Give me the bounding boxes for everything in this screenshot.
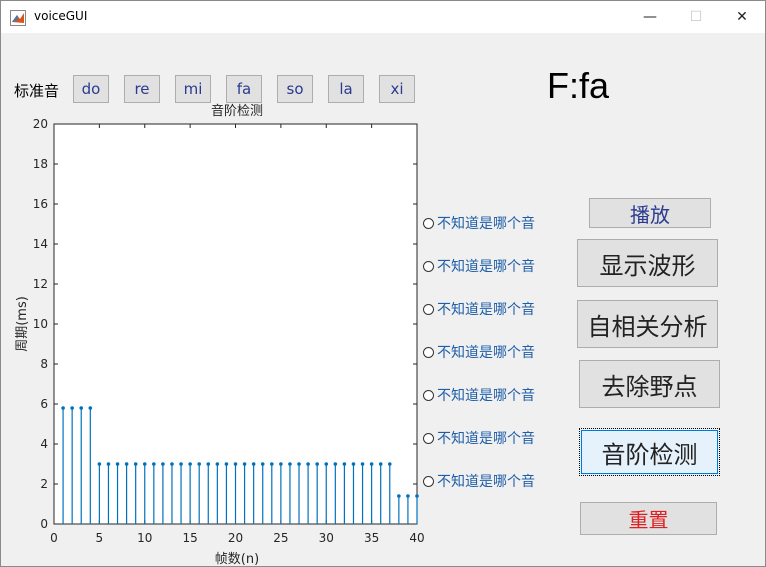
minimize-icon: — (643, 9, 657, 25)
y-tick-label: 4 (40, 437, 48, 451)
radio-note-3[interactable]: 不知道是哪个音 (423, 300, 535, 318)
stem-marker (97, 462, 102, 466)
stem-marker (333, 462, 338, 466)
radio-note-1[interactable]: 不知道是哪个音 (423, 214, 535, 232)
radio-circle-icon (423, 389, 434, 401)
x-axis-label: 帧数(n) (215, 552, 259, 567)
stem-marker (279, 462, 283, 466)
maximize-icon: ☐ (689, 9, 703, 25)
x-tick-label: 35 (364, 531, 379, 545)
show-waveform-button[interactable]: 显示波形 (577, 239, 718, 287)
y-tick-label: 16 (33, 197, 48, 211)
stem-marker (406, 494, 410, 498)
stem-marker (387, 462, 392, 466)
stem-marker (288, 462, 292, 466)
play-button[interactable]: 播放 (589, 198, 711, 228)
stem-marker (233, 462, 238, 466)
x-tick-label: 15 (182, 531, 197, 545)
radio-note-7[interactable]: 不知道是哪个音 (423, 472, 535, 490)
stem-marker (224, 462, 229, 466)
stem-marker (251, 462, 256, 466)
app-window: voiceGUI — ☐ ✕ 标准音 do re mi fa so la xi … (0, 0, 766, 567)
matlab-icon (10, 10, 26, 26)
y-tick-label: 12 (33, 277, 48, 291)
stem-marker (79, 406, 84, 410)
close-icon: ✕ (736, 9, 748, 25)
stem-marker (124, 462, 129, 466)
stem-marker (242, 462, 247, 466)
radio-circle-icon (423, 346, 434, 358)
detected-note-display: F:fa (547, 65, 610, 106)
stem-marker (260, 462, 265, 466)
y-tick-label: 0 (40, 517, 48, 531)
x-tick-label: 30 (319, 531, 334, 545)
stem-marker (161, 462, 165, 466)
window-title: voiceGUI (34, 9, 88, 23)
radio-circle-icon (423, 303, 434, 315)
stem-marker (197, 462, 201, 466)
y-tick-label: 10 (33, 317, 48, 331)
stem-marker (61, 406, 65, 410)
stem-marker (351, 462, 356, 466)
y-tick-label: 8 (40, 357, 48, 371)
stem-marker (415, 494, 419, 498)
reset-button[interactable]: 重置 (580, 502, 717, 535)
x-tick-label: 20 (228, 531, 243, 545)
y-tick-label: 18 (33, 157, 48, 171)
stem-marker (369, 462, 374, 466)
radio-circle-icon (423, 260, 434, 272)
stem-marker (360, 462, 365, 466)
x-tick-label: 40 (409, 531, 424, 545)
stem-marker (378, 462, 383, 466)
radio-note-2[interactable]: 不知道是哪个音 (423, 257, 535, 275)
radio-circle-icon (423, 217, 434, 229)
radio-circle-icon (423, 475, 434, 487)
stem-marker (270, 462, 274, 466)
y-tick-label: 6 (40, 397, 48, 411)
stem-marker (179, 462, 183, 466)
stem-marker (297, 462, 301, 466)
stem-marker (70, 406, 74, 410)
stem-marker (324, 462, 329, 466)
maximize-button[interactable]: ☐ (673, 1, 719, 33)
stem-marker (115, 462, 120, 466)
title-bar: voiceGUI — ☐ ✕ (1, 1, 765, 33)
y-tick-label: 14 (33, 237, 48, 251)
remove-outliers-button[interactable]: 去除野点 (579, 360, 720, 408)
stem-marker (88, 406, 93, 410)
stem-marker (315, 462, 319, 466)
close-button[interactable]: ✕ (719, 1, 765, 33)
radio-note-5[interactable]: 不知道是哪个音 (423, 386, 535, 404)
stem-marker (306, 462, 310, 466)
stem-marker (106, 462, 111, 466)
radio-circle-icon (423, 432, 434, 444)
stem-marker (133, 462, 138, 466)
chart-title: 音阶检测 (211, 103, 263, 119)
stem-marker (142, 462, 147, 466)
radio-note-4[interactable]: 不知道是哪个音 (423, 343, 535, 361)
stem-marker (215, 462, 220, 466)
y-tick-label: 2 (40, 477, 48, 491)
stem-marker (342, 462, 347, 466)
pitch-detection-button[interactable]: 音阶检测 (579, 428, 720, 476)
y-tick-label: 20 (33, 117, 48, 131)
x-tick-label: 5 (96, 531, 104, 545)
stem-marker (188, 462, 192, 466)
stem-marker (206, 462, 211, 466)
pitch-chart: 音阶检测 02468101214161820 0 5 10 15 20 25 30 35 40 … (15, 103, 425, 567)
stem-marker (152, 462, 156, 466)
x-tick-label: 10 (137, 531, 152, 545)
x-tick-label: 0 (50, 531, 58, 545)
autocorrelation-button[interactable]: 自相关分析 (577, 300, 718, 348)
y-axis-label: 周期(ms) (15, 296, 30, 352)
stem-marker (170, 462, 174, 466)
minimize-button[interactable]: — (627, 1, 673, 33)
stem-marker (397, 494, 401, 498)
radio-note-6[interactable]: 不知道是哪个音 (423, 429, 535, 447)
x-tick-label: 25 (273, 531, 288, 545)
